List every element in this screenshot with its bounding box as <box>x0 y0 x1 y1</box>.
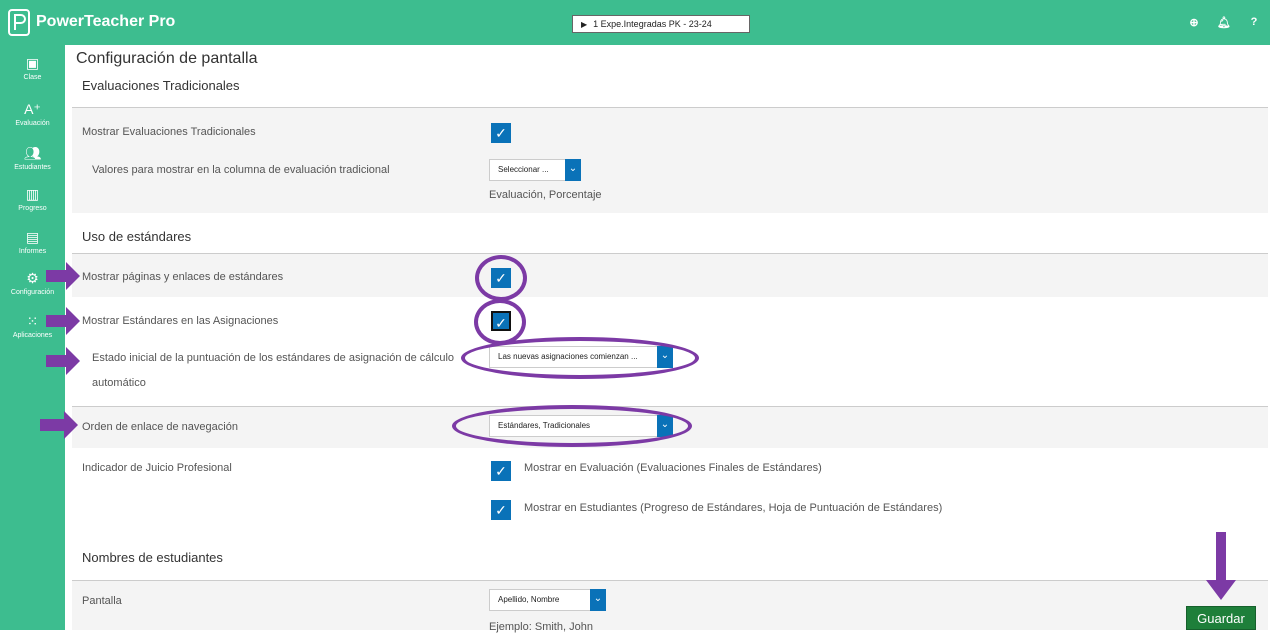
initial-state-label: Estado inicial de la puntuación de los e… <box>92 352 455 364</box>
annotation-arrow-right <box>46 307 80 335</box>
annotation-arrow-right <box>46 262 80 290</box>
section-title-standards: Uso de estándares <box>82 229 192 244</box>
play-icon: ▶ <box>581 20 588 29</box>
students-icon: 👥︎ <box>23 145 42 161</box>
annotation-arrow-right <box>40 411 78 439</box>
annotation-circle <box>461 337 699 379</box>
annotation-arrow-down <box>1206 532 1236 600</box>
sidebar-item-evaluacion[interactable]: A⁺ Evaluación <box>0 101 65 128</box>
judgment-evaluation-checkbox[interactable]: ✓ <box>491 461 511 481</box>
traditional-values-selected: Evaluación, Porcentaje <box>489 189 602 201</box>
class-selector-label: 1 Expe.Integradas PK - 23-24 <box>593 19 712 29</box>
sidebar-item-label: Progreso <box>18 205 47 212</box>
roster-icon: ▣ <box>25 55 40 71</box>
judgment-students-label: Mostrar en Estudiantes (Progreso de Está… <box>524 502 943 514</box>
app-title: PowerTeacher Pro <box>36 13 176 30</box>
judgment-students-checkbox[interactable]: ✓ <box>491 500 511 520</box>
display-label: Pantalla <box>82 595 122 607</box>
main-content: Configuración de pantalla Evaluaciones T… <box>72 45 1270 633</box>
help-icon[interactable]: ? <box>1246 14 1262 30</box>
top-bar: PowerTeacher Pro ▶ 1 Expe.Integradas PK -… <box>0 0 1270 45</box>
bell-icon[interactable]: 🔔︎ <box>1216 14 1232 30</box>
judgment-label: Indicador de Juicio Profesional <box>82 462 232 474</box>
show-traditional-label: Mostrar Evaluaciones Tradicionales <box>82 126 256 138</box>
annotation-circle <box>475 255 527 301</box>
traditional-values-label: Valores para mostrar en la columna de ev… <box>92 164 390 176</box>
sidebar-item-label: Informes <box>18 248 47 255</box>
traditional-values-dropdown[interactable]: Seleccionar ... ⌄ <box>489 159 581 181</box>
powerschool-logo <box>8 9 30 36</box>
annotation-circle <box>474 299 526 345</box>
check-icon: ✓ <box>495 502 507 518</box>
section-title-students: Nombres de estudiantes <box>82 550 223 565</box>
sidebar-item-informes[interactable]: ▤ Informes <box>0 229 65 256</box>
annotation-circle <box>452 405 692 447</box>
grade-icon: A⁺ <box>24 101 41 117</box>
annotation-arrow-right <box>46 347 80 375</box>
top-icons: ⊕ 🔔︎ ? <box>1186 14 1262 30</box>
check-icon: ✓ <box>495 125 507 141</box>
save-button[interactable]: Guardar <box>1186 606 1256 630</box>
sidebar: ▣ Clase A⁺ Evaluación 👥︎ Estudiantes ▥ P… <box>0 45 65 630</box>
sidebar-item-clase[interactable]: ▣ Clase <box>0 55 65 82</box>
chevron-down-icon: ⌄ <box>565 159 581 181</box>
check-icon: ✓ <box>495 463 507 479</box>
reports-icon: ▤ <box>25 229 40 245</box>
chevron-down-icon: ⌄ <box>590 589 606 611</box>
show-traditional-checkbox[interactable]: ✓ <box>491 123 511 143</box>
student-names-row <box>72 580 1268 630</box>
plus-circle-icon[interactable]: ⊕ <box>1186 14 1202 30</box>
show-standards-assignments-label: Mostrar Estándares en las Asignaciones <box>82 315 279 327</box>
progress-icon: ▥ <box>25 186 40 202</box>
student-display-example: Ejemplo: Smith, John <box>489 621 593 633</box>
section-title-traditional: Evaluaciones Tradicionales <box>82 78 240 93</box>
judgment-evaluation-label: Mostrar en Evaluación (Evaluaciones Fina… <box>524 462 822 474</box>
sidebar-item-label: Evaluación <box>15 120 50 127</box>
student-display-dropdown[interactable]: Apellido, Nombre ⌄ <box>489 589 606 611</box>
class-selector[interactable]: ▶ 1 Expe.Integradas PK - 23-24 <box>572 15 750 33</box>
page-title: Configuración de pantalla <box>76 50 258 67</box>
sidebar-item-label: Clase <box>23 74 42 81</box>
sidebar-item-label: Estudiantes <box>14 164 51 171</box>
show-standards-pages-label: Mostrar páginas y enlaces de estándares <box>82 271 284 283</box>
dropdown-value: Seleccionar ... <box>498 165 549 174</box>
initial-state-label-cont: automático <box>92 377 146 389</box>
sidebar-item-progreso[interactable]: ▥ Progreso <box>0 186 65 213</box>
nav-order-label: Orden de enlace de navegación <box>82 421 238 433</box>
sidebar-item-estudiantes[interactable]: 👥︎ Estudiantes <box>0 145 65 172</box>
dropdown-value: Apellido, Nombre <box>498 595 560 604</box>
